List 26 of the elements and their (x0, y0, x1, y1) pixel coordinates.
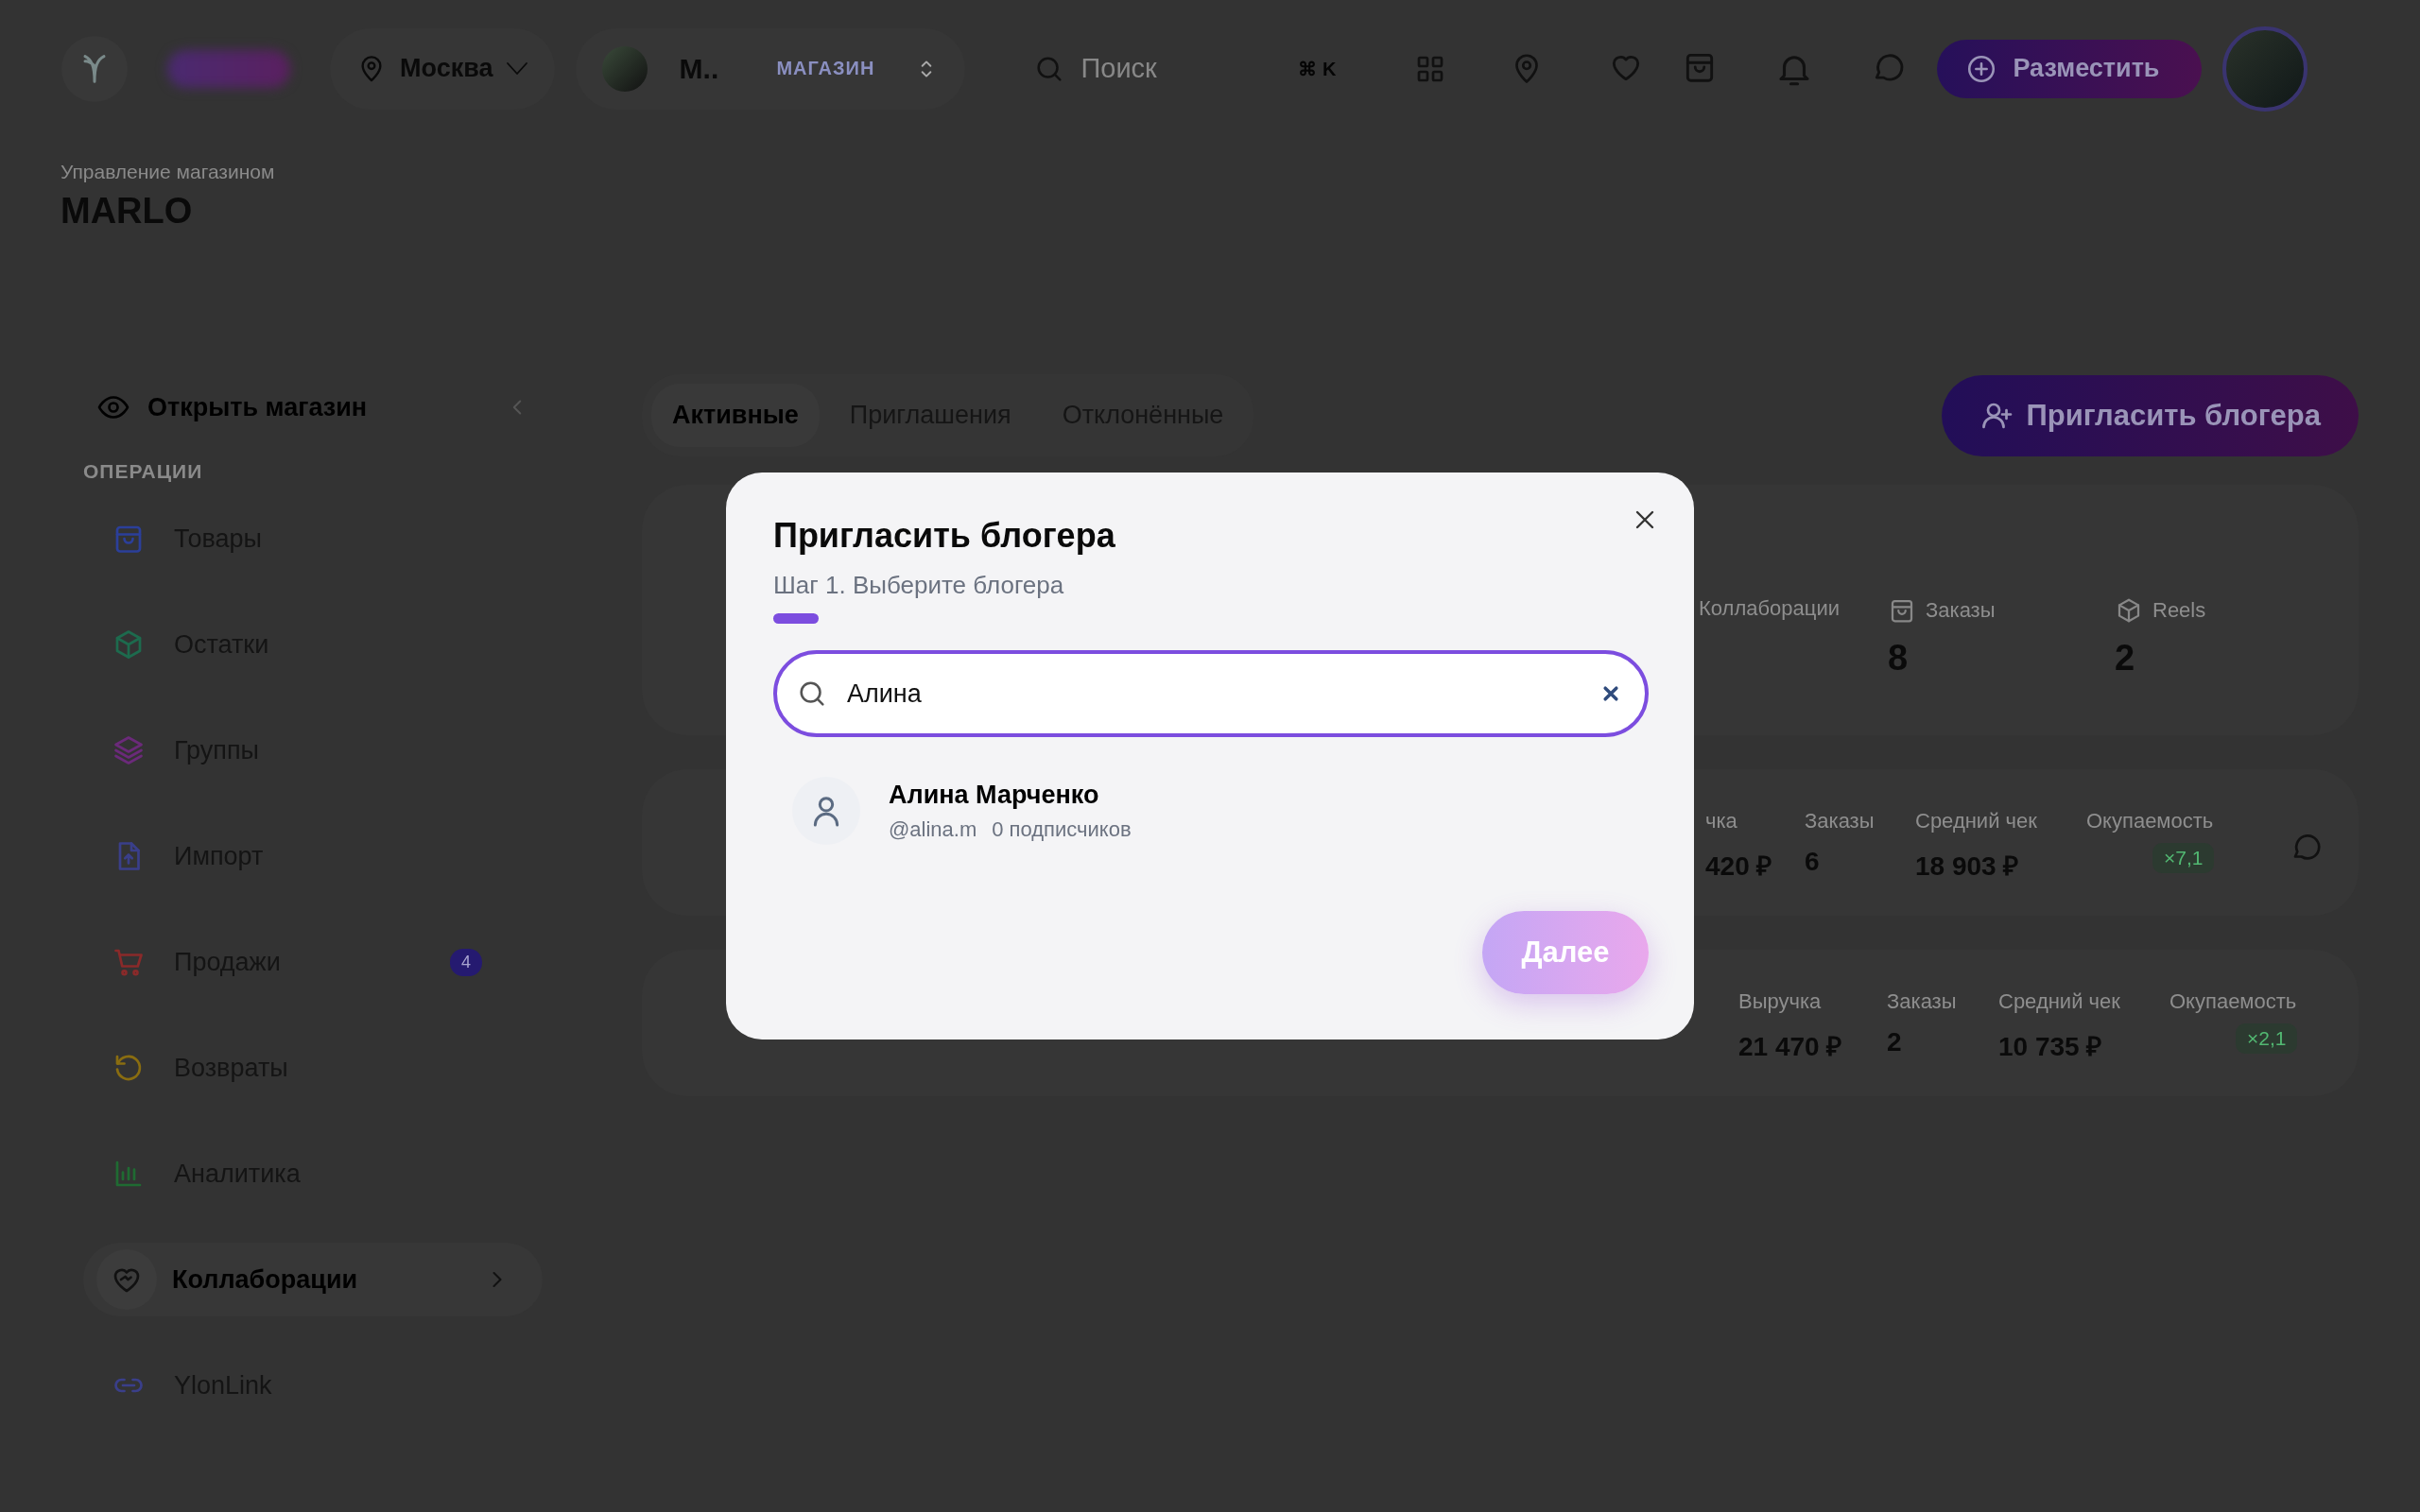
metric-label: Заказы (1805, 809, 1876, 833)
metric-label: Средний чек (1915, 809, 2038, 833)
stat-label: Заказы (1926, 598, 1996, 623)
metric-label: Окупаемость (2169, 989, 2298, 1014)
roi-badge: ×7,1 (2152, 843, 2215, 873)
layers-icon (112, 733, 146, 767)
step-indicator (773, 613, 819, 624)
section-heading: ОПЕРАЦИИ (83, 460, 204, 483)
metric-label: Окупаемость (2086, 809, 2215, 833)
tab[interactable]: Активные (651, 384, 820, 447)
dialog-title: Пригласить блогера (773, 516, 1116, 556)
metric-label: чка (1705, 809, 1738, 833)
metric-label: Заказы (1887, 989, 1958, 1014)
count-badge: 4 (450, 948, 482, 976)
roi-badge: ×2,1 (2236, 1023, 2298, 1054)
page-subtitle: Управление магазином (60, 161, 276, 183)
brand-logo[interactable] (167, 49, 290, 88)
stat-label: Коллаборации (1699, 596, 1840, 621)
metric-label: Средний чек (1998, 989, 2121, 1014)
search-field[interactable]: Алина (773, 650, 1649, 737)
step-label: Шаг 1. Выберите блогера (773, 571, 1065, 600)
blogger-result[interactable]: Алина Марченко @alina.m 0 подписчиков (773, 765, 1150, 856)
metric-label: Выручка (1738, 989, 1823, 1014)
invite-blogger-button[interactable]: Пригласить блогера (1941, 374, 2359, 456)
stat-label: Reels (2152, 598, 2206, 623)
post-button[interactable]: Разместить (1937, 39, 2203, 98)
